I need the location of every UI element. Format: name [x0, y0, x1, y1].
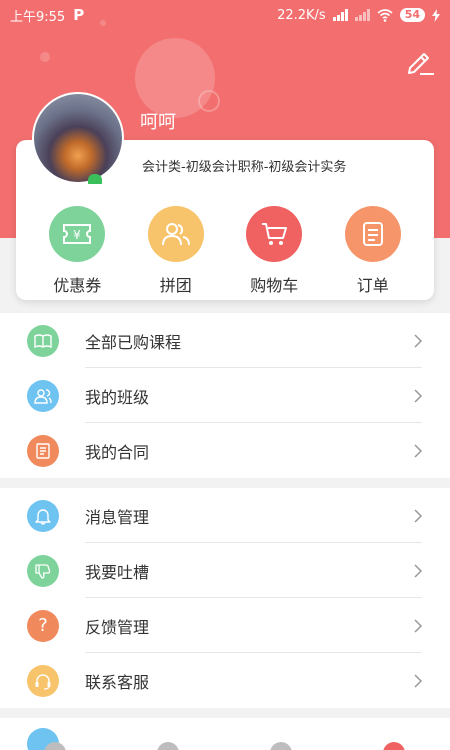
action-group-buy[interactable]: 拼团 — [136, 206, 216, 296]
thumbs-down-icon — [27, 554, 59, 587]
quick-actions: ¥ 优惠券 拼团 购物车 订单 — [16, 206, 434, 296]
menu-item-label: 我的班级 — [85, 387, 150, 407]
menu-item-label: 我要吐槽 — [85, 562, 150, 582]
bottom-tab-bar — [0, 742, 450, 750]
tab-icon-profile[interactable] — [383, 742, 405, 750]
battery-indicator: 54 — [399, 8, 425, 22]
action-label: 优惠券 — [53, 276, 102, 295]
menu-item-feedback[interactable]: ? 反馈管理 — [0, 598, 450, 653]
decor-bubble — [40, 52, 50, 62]
group-icon — [147, 206, 204, 262]
wifi-icon — [377, 8, 393, 22]
menu-item-my-class[interactable]: 我的班级 — [0, 368, 450, 423]
network-speed: 22.2K/s — [277, 7, 326, 23]
action-coupon[interactable]: ¥ 优惠券 — [37, 206, 117, 296]
avatar[interactable] — [32, 92, 124, 184]
menu-item-my-contract[interactable]: 我的合同 — [0, 423, 450, 478]
bell-icon — [27, 499, 59, 532]
current-course[interactable]: 会计类-初级会计职称-初级会计实务 — [142, 156, 346, 175]
menu-item-purchased-courses[interactable]: 全部已购课程 — [0, 313, 450, 368]
app-badge-icon: P — [73, 6, 85, 24]
decor-bubble — [198, 90, 220, 112]
contract-icon — [27, 434, 59, 467]
menu-item-label: 反馈管理 — [85, 617, 150, 637]
headset-icon — [27, 664, 59, 697]
signal-icon-2 — [354, 9, 370, 21]
action-label: 拼团 — [159, 276, 192, 295]
edit-icon[interactable] — [402, 44, 436, 78]
chevron-right-icon — [414, 563, 423, 578]
chevron-right-icon — [414, 673, 423, 688]
chevron-right-icon — [414, 618, 423, 633]
question-glyph: ? — [38, 615, 48, 636]
question-icon: ? — [27, 609, 59, 642]
menu-item-customer-service[interactable]: 联系客服 — [0, 653, 450, 708]
chevron-right-icon — [414, 508, 423, 523]
menu-item-complaint[interactable]: 我要吐槽 — [0, 543, 450, 598]
tab-icon-courses[interactable] — [157, 742, 179, 750]
action-cart[interactable]: 购物车 — [234, 206, 314, 296]
svg-text:¥: ¥ — [73, 228, 81, 242]
action-label: 购物车 — [250, 276, 299, 295]
menu-group-courses: 全部已购课程 我的班级 我的合同 — [0, 313, 450, 478]
chevron-right-icon — [414, 333, 423, 348]
book-icon — [27, 324, 59, 357]
action-orders[interactable]: 订单 — [333, 206, 413, 296]
status-bar: 上午9:55 P 22.2K/s 54 — [0, 0, 450, 30]
action-label: 订单 — [356, 276, 389, 295]
menu-group-services: 消息管理 我要吐槽 ? 反馈管理 联系客服 — [0, 488, 450, 708]
chevron-right-icon — [414, 388, 423, 403]
chevron-right-icon — [414, 443, 423, 458]
tab-icon-discover[interactable] — [270, 742, 292, 750]
signal-icon — [332, 9, 348, 21]
coupon-icon: ¥ — [49, 206, 106, 262]
status-time: 上午9:55 — [10, 9, 66, 25]
menu-item-label: 我的合同 — [85, 442, 150, 462]
tab-icon-home[interactable] — [44, 742, 66, 750]
avatar-badge — [88, 174, 102, 184]
charging-icon — [432, 8, 440, 22]
menu-item-label: 联系客服 — [85, 672, 150, 692]
menu-item-label: 消息管理 — [85, 507, 150, 527]
cart-icon — [246, 206, 303, 262]
user-name: 呵呵 — [140, 112, 176, 133]
class-icon — [27, 379, 59, 412]
order-icon — [344, 206, 401, 262]
menu-item-label: 全部已购课程 — [85, 332, 182, 352]
menu-item-messages[interactable]: 消息管理 — [0, 488, 450, 543]
